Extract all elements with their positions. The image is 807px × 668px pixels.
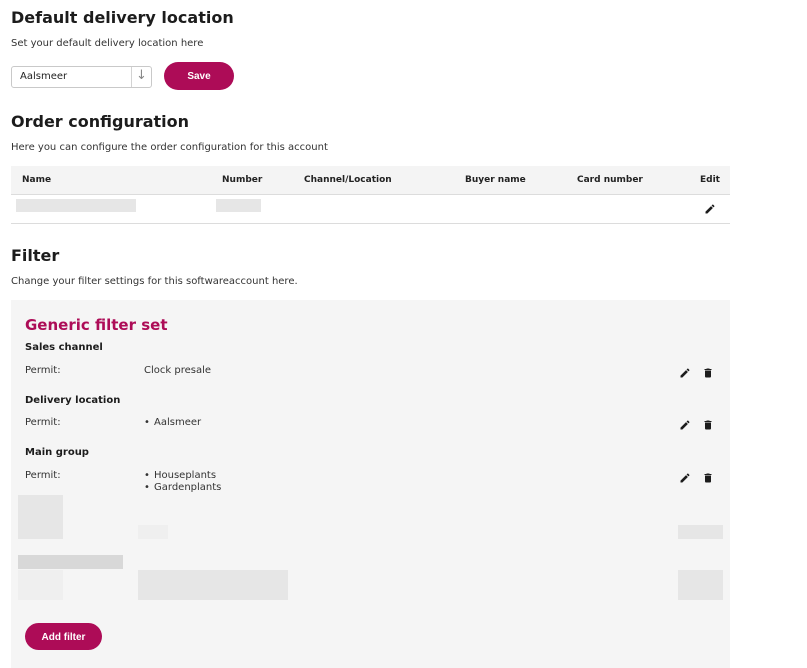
trash-icon[interactable] bbox=[702, 419, 714, 431]
trash-icon[interactable] bbox=[702, 472, 714, 484]
redacted-value bbox=[138, 570, 288, 600]
pencil-icon[interactable] bbox=[679, 367, 691, 379]
save-button[interactable]: Save bbox=[164, 62, 234, 90]
pencil-icon[interactable] bbox=[704, 203, 716, 215]
filter-panel bbox=[11, 300, 730, 668]
col-channel: Channel/Location bbox=[304, 175, 392, 185]
list-item: • Gardenplants bbox=[144, 482, 222, 493]
filter-group-title: Delivery location bbox=[25, 395, 121, 406]
redacted-number bbox=[216, 199, 261, 212]
order-config-title: Order configuration bbox=[11, 112, 190, 131]
select-divider bbox=[131, 67, 132, 87]
filter-set-title: Generic filter set bbox=[25, 316, 168, 334]
permit-value: Clock presale bbox=[144, 365, 212, 376]
col-card: Card number bbox=[577, 175, 643, 185]
permit-label: Permit: bbox=[25, 365, 61, 376]
permit-value: Aalsmeer bbox=[154, 417, 202, 428]
redacted-name bbox=[16, 199, 136, 212]
redacted-group bbox=[18, 495, 63, 539]
permit-label: Permit: bbox=[25, 417, 61, 428]
table-row bbox=[11, 195, 730, 224]
permit-label: Permit: bbox=[25, 470, 61, 481]
pencil-icon[interactable] bbox=[679, 472, 691, 484]
redacted-actions bbox=[678, 570, 723, 600]
permit-value: Gardenplants bbox=[154, 482, 222, 493]
arrow-down-icon[interactable]: ↓ bbox=[136, 68, 147, 83]
delivery-description: Set your default delivery location here bbox=[11, 38, 204, 49]
pencil-icon[interactable] bbox=[679, 419, 691, 431]
col-name: Name bbox=[22, 175, 52, 185]
col-buyer: Buyer name bbox=[465, 175, 526, 185]
delivery-title: Default delivery location bbox=[11, 8, 234, 27]
col-edit: Edit bbox=[700, 175, 720, 185]
col-number: Number bbox=[222, 175, 263, 185]
trash-icon[interactable] bbox=[702, 367, 714, 379]
permit-value: Houseplants bbox=[154, 470, 217, 481]
redacted-value bbox=[138, 525, 168, 539]
list-item: • Houseplants bbox=[144, 470, 217, 481]
redacted-group bbox=[18, 570, 63, 600]
filter-description: Change your filter settings for this sof… bbox=[11, 276, 298, 287]
redacted-actions bbox=[678, 525, 723, 539]
filter-title: Filter bbox=[11, 246, 60, 265]
delivery-location-select[interactable]: Aalsmeer ↓ bbox=[11, 66, 152, 88]
filter-group-title: Sales channel bbox=[25, 342, 103, 353]
redacted-group bbox=[18, 555, 123, 569]
filter-group-title: Main group bbox=[25, 447, 89, 458]
add-filter-button[interactable]: Add filter bbox=[25, 623, 102, 650]
delivery-location-value: Aalsmeer bbox=[20, 71, 68, 82]
list-item: • Aalsmeer bbox=[144, 417, 202, 428]
order-table-header: Name Number Channel/Location Buyer name … bbox=[11, 166, 730, 195]
order-config-description: Here you can configure the order configu… bbox=[11, 142, 328, 153]
